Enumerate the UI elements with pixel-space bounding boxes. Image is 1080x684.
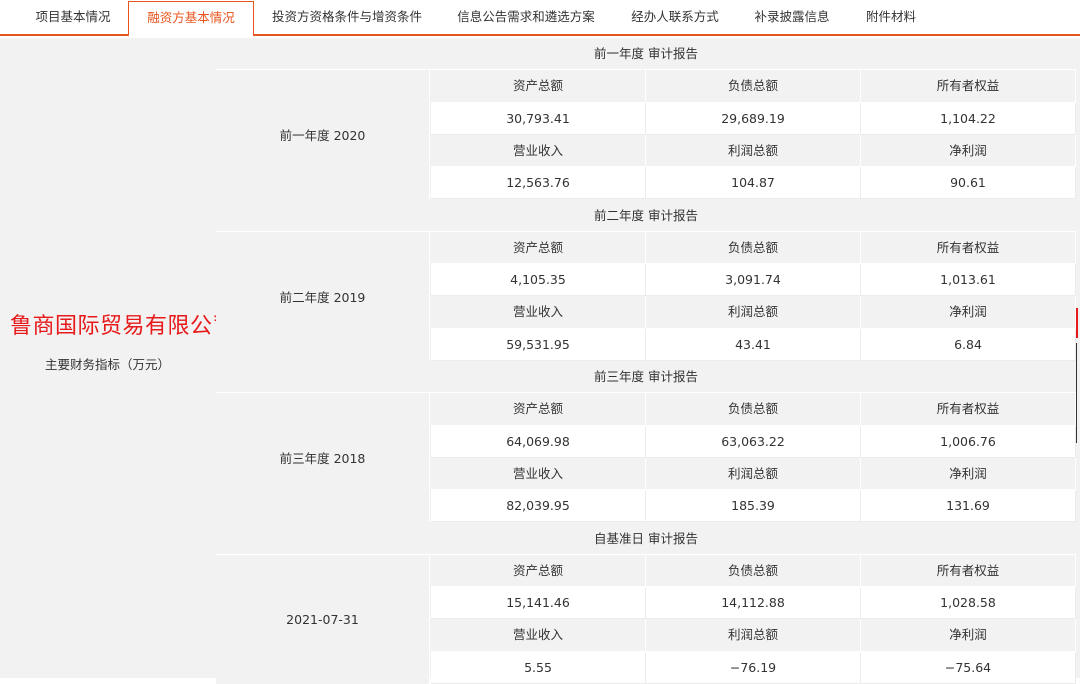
header-row: 营业收入 利润总额 净利润 [431,135,1076,167]
header-row: 资产总额 负债总额 所有者权益 [431,555,1076,587]
header-cell: 营业收入 [431,296,646,328]
financial-metrics-label: 主要财务指标（万元） [45,354,170,373]
value-cell: 4,105.35 [431,264,646,296]
header-cell: 负债总额 [646,232,861,264]
tab-bar: 项目基本情况 融资方基本情况 投资方资格条件与增资条件 信息公告需求和遴选方案 … [0,0,1080,36]
financier-info-panel: 鲁商国际贸易有限公司 主要财务指标（万元） 前一年度 审计报告 前一年度 202… [0,38,1080,678]
value-cell: 6.84 [861,329,1076,361]
value-cell: 59,531.95 [431,329,646,361]
audit-block-title: 前一年度 审计报告 [216,38,1076,70]
audit-block-title: 前二年度 审计报告 [216,200,1076,232]
value-row: 64,069.98 63,063.22 1,006.76 [431,426,1076,458]
financial-table: 前一年度 审计报告 前一年度 2020 资产总额 负债总额 所有者权益 30,7… [216,38,1076,684]
audit-block-title: 前三年度 审计报告 [216,361,1076,393]
header-cell: 负债总额 [646,70,861,102]
value-cell: 43.41 [646,329,861,361]
value-row: 82,039.95 185.39 131.69 [431,490,1076,522]
tab-project-info[interactable]: 项目基本情况 [18,0,128,36]
header-cell: 所有者权益 [861,232,1076,264]
company-name: 鲁商国际贸易有限公司 [10,308,235,340]
period-label: 2021-07-31 [216,555,430,684]
header-cell: 所有者权益 [861,70,1076,102]
audit-block: 前二年度 审计报告 前二年度 2019 资产总额 负债总额 所有者权益 4,10… [216,200,1076,362]
value-row: 5.55 −76.19 −75.64 [431,652,1076,684]
header-cell: 净利润 [861,458,1076,490]
header-row: 营业收入 利润总额 净利润 [431,296,1076,328]
header-cell: 利润总额 [646,296,861,328]
header-row: 资产总额 负债总额 所有者权益 [431,70,1076,102]
header-cell: 利润总额 [646,135,861,167]
header-cell: 营业收入 [431,458,646,490]
value-cell: 1,006.76 [861,426,1076,458]
value-row: 59,531.95 43.41 6.84 [431,329,1076,361]
value-cell: 5.55 [431,652,646,684]
value-cell: 104.87 [646,167,861,199]
header-cell: 负债总额 [646,393,861,425]
header-cell: 资产总额 [431,70,646,102]
header-row: 营业收入 利润总额 净利润 [431,619,1076,651]
value-cell: −76.19 [646,652,861,684]
value-cell: 1,028.58 [861,587,1076,619]
value-row: 30,793.41 29,689.19 1,104.22 [431,103,1076,135]
header-cell: 利润总额 [646,458,861,490]
period-text: 2021-07-31 [286,612,359,627]
header-cell: 资产总额 [431,393,646,425]
audit-block: 自基准日 审计报告 2021-07-31 资产总额 负债总额 所有者权益 15,… [216,523,1076,684]
value-cell: 131.69 [861,490,1076,522]
tab-financier-info[interactable]: 融资方基本情况 [128,1,254,37]
value-cell: 1,013.61 [861,264,1076,296]
value-row: 4,105.35 3,091.74 1,013.61 [431,264,1076,296]
value-cell: 64,069.98 [431,426,646,458]
header-cell: 资产总额 [431,232,646,264]
header-cell: 净利润 [861,296,1076,328]
value-cell: 82,039.95 [431,490,646,522]
value-cell: 63,063.22 [646,426,861,458]
header-row: 资产总额 负债总额 所有者权益 [431,393,1076,425]
value-cell: 185.39 [646,490,861,522]
tab-investor-conditions[interactable]: 投资方资格条件与增资条件 [262,0,432,36]
period-text: 前三年度 2018 [280,448,366,467]
value-cell: 1,104.22 [861,103,1076,135]
value-cell: 3,091.74 [646,264,861,296]
value-cell: −75.64 [861,652,1076,684]
company-summary: 鲁商国际贸易有限公司 主要财务指标（万元） [0,38,215,678]
value-row: 12,563.76 104.87 90.61 [431,167,1076,199]
header-cell: 利润总额 [646,619,861,651]
header-cell: 所有者权益 [861,393,1076,425]
header-row: 资产总额 负债总额 所有者权益 [431,232,1076,264]
value-row: 15,141.46 14,112.88 1,028.58 [431,587,1076,619]
header-cell: 营业收入 [431,619,646,651]
header-cell: 营业收入 [431,135,646,167]
period-label: 前一年度 2020 [216,70,430,199]
audit-block: 前一年度 审计报告 前一年度 2020 资产总额 负债总额 所有者权益 30,7… [216,38,1076,200]
value-cell: 90.61 [861,167,1076,199]
period-text: 前一年度 2020 [280,125,366,144]
audit-block-title: 自基准日 审计报告 [216,523,1076,555]
tab-attachments[interactable]: 附件材料 [858,0,924,36]
tab-supplementary-disclosure[interactable]: 补录披露信息 [746,0,838,36]
header-cell: 所有者权益 [861,555,1076,587]
tab-contact-info[interactable]: 经办人联系方式 [624,0,726,36]
value-cell: 15,141.46 [431,587,646,619]
period-label: 前二年度 2019 [216,232,430,361]
header-row: 营业收入 利润总额 净利润 [431,458,1076,490]
edge-marker-red [1076,308,1078,338]
header-cell: 净利润 [861,135,1076,167]
tab-announcement-requirements[interactable]: 信息公告需求和遴选方案 [448,0,604,36]
audit-block: 前三年度 审计报告 前三年度 2018 资产总额 负债总额 所有者权益 64,0… [216,361,1076,523]
edge-marker-dark [1076,343,1077,443]
period-label: 前三年度 2018 [216,393,430,522]
value-cell: 30,793.41 [431,103,646,135]
header-cell: 净利润 [861,619,1076,651]
value-cell: 12,563.76 [431,167,646,199]
header-cell: 资产总额 [431,555,646,587]
value-cell: 29,689.19 [646,103,861,135]
value-cell: 14,112.88 [646,587,861,619]
header-cell: 负债总额 [646,555,861,587]
period-text: 前二年度 2019 [280,287,366,306]
